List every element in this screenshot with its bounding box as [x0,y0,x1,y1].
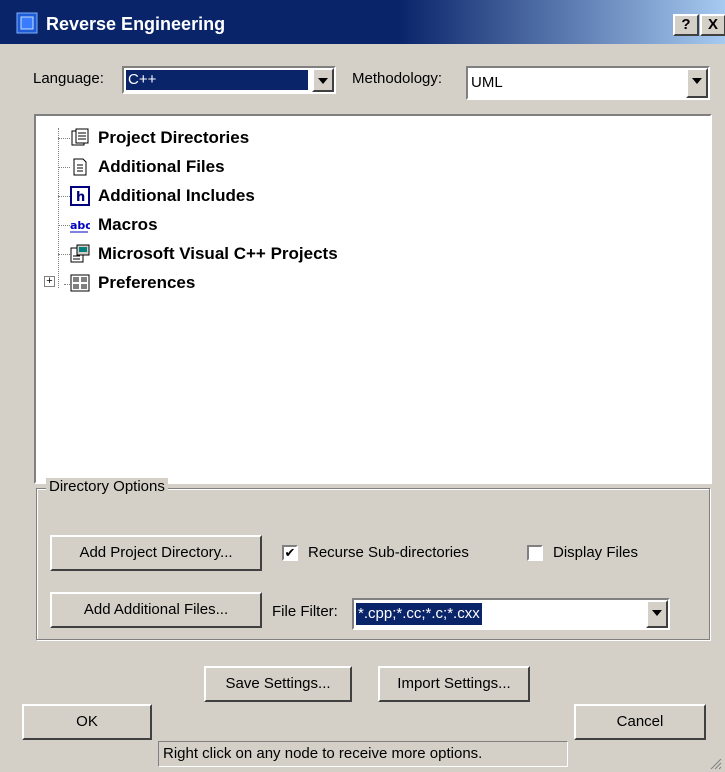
svg-text:abc: abc [70,219,90,232]
project-directories-icon [71,128,89,146]
tree-item-label: Microsoft Visual C++ Projects [98,244,338,263]
cancel-button[interactable]: Cancel [574,704,706,740]
ok-button[interactable]: OK [22,704,152,740]
preferences-icon [70,274,90,292]
language-select[interactable]: C++ [122,66,336,94]
save-settings-button[interactable]: Save Settings... [204,666,352,702]
tree-line [58,196,70,197]
include-icon: h [70,186,90,206]
file-filter-select[interactable]: *.cpp;*.cc;*.c;*.cxx [352,598,670,630]
tree-item-label: Project Directories [98,128,250,147]
window-title: Reverse Engineering [46,14,226,34]
recurse-label: Recurse Sub-directories [308,544,469,561]
chevron-down-icon[interactable] [312,68,334,92]
app-icon [16,12,38,34]
tree-line [58,167,70,168]
tree-item-label: Macros [98,215,158,234]
display-files-label: Display Files [553,544,639,561]
expand-icon[interactable]: + [44,276,55,287]
close-button[interactable]: X [700,14,725,36]
file-filter-value: *.cpp;*.cc;*.c;*.cxx [356,603,482,625]
checkmark-icon: ✔ [284,545,296,560]
file-filter-label: File Filter: [272,603,338,620]
help-button[interactable]: ? [673,14,699,36]
language-label: Language: [33,70,104,87]
chevron-down-icon[interactable] [646,600,668,628]
methodology-value: UML [471,74,503,91]
methodology-label: Methodology: [352,70,443,87]
add-project-directory-button[interactable]: Add Project Directory... [50,535,262,571]
directory-options-legend: Directory Options [46,478,168,495]
file-icon [73,158,87,176]
tree-item-label: Preferences [98,273,196,292]
status-bar: Right click on any node to receive more … [158,741,568,767]
recurse-checkbox[interactable]: ✔ [282,545,298,561]
import-settings-button[interactable]: Import Settings... [378,666,530,702]
tree-line [58,225,70,226]
tree-line [58,138,70,139]
language-value: C++ [126,70,308,90]
methodology-select[interactable]: UML [466,66,710,100]
expander-glyph: + [46,275,53,287]
tree-line [58,254,70,255]
svg-text:h: h [76,190,85,205]
resize-grip-icon[interactable] [708,756,722,770]
tree-item-label: Additional Includes [98,186,255,205]
tree-item-label: Additional Files [98,157,225,176]
add-additional-files-button[interactable]: Add Additional Files... [50,592,262,628]
macros-icon: abc [70,219,90,233]
tree-line [58,128,59,288]
display-files-checkbox[interactable] [527,545,543,561]
vc-project-icon [70,244,90,263]
chevron-down-icon[interactable] [686,68,708,98]
tree-view[interactable]: Project Directories Additional Files h A… [34,114,712,484]
